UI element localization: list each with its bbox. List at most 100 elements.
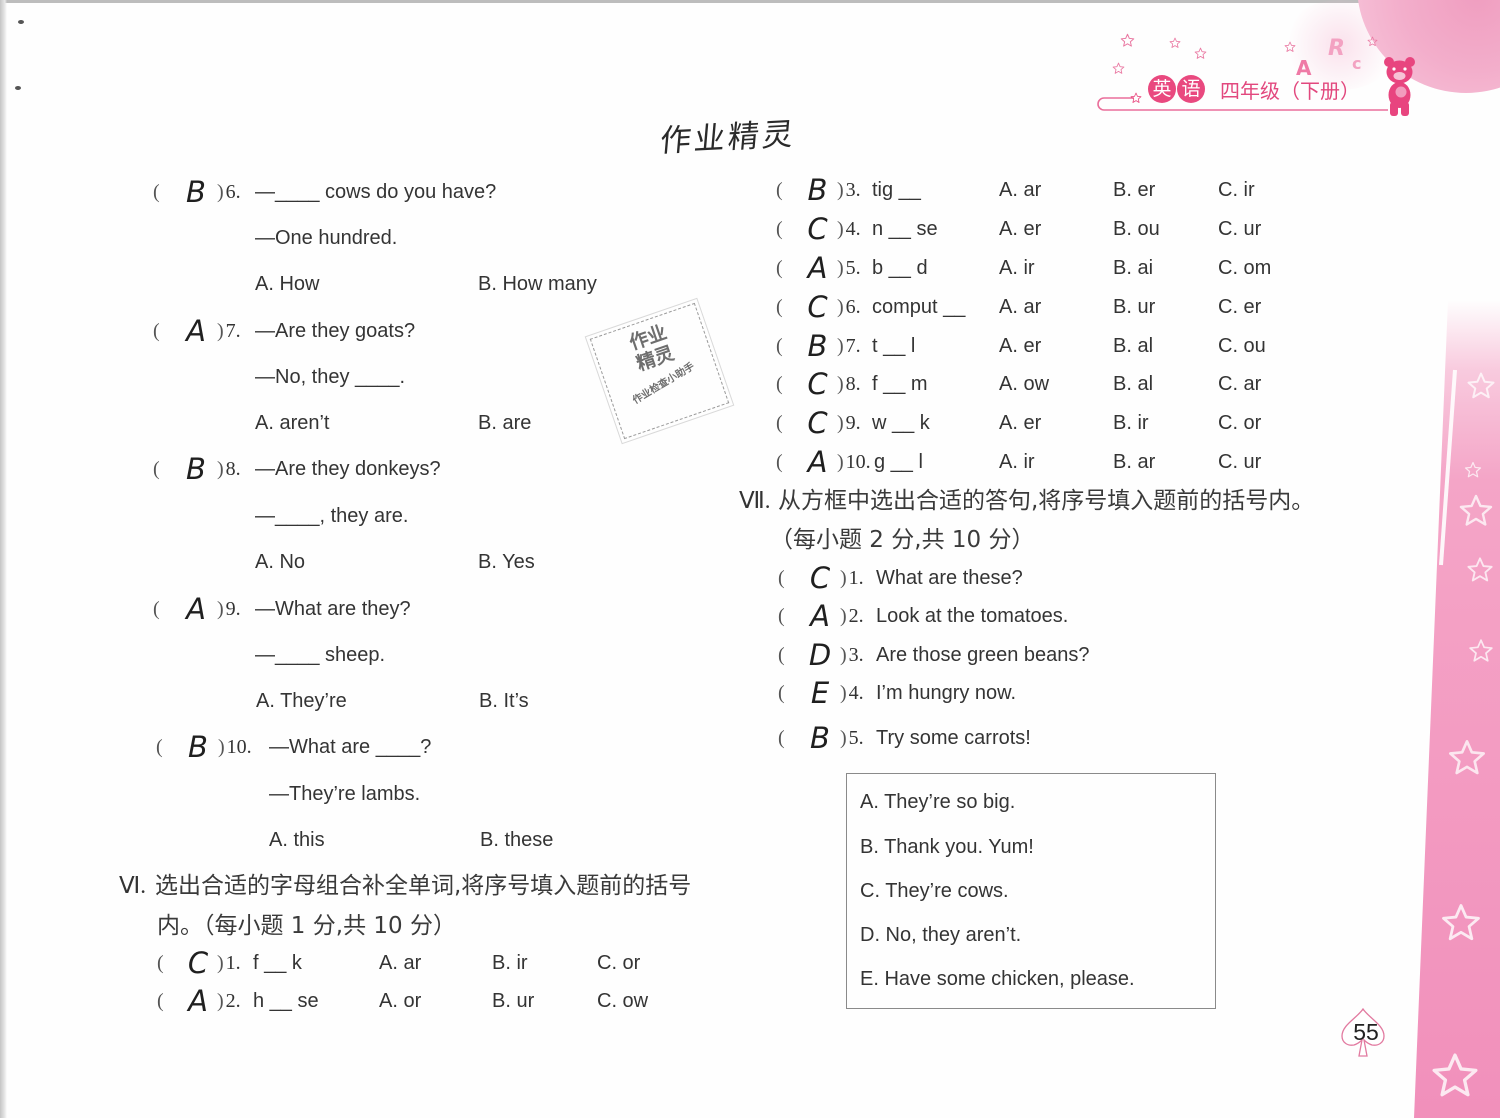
band-highlight-streak bbox=[1439, 369, 1457, 566]
item-number: 1. bbox=[848, 566, 864, 589]
question-header: ( A ) 9. bbox=[153, 592, 241, 626]
option-c: C. ou bbox=[1218, 335, 1266, 357]
option-a: A. No bbox=[255, 551, 306, 573]
handwritten-answer: A bbox=[810, 599, 830, 633]
item-number: 2. bbox=[225, 989, 241, 1012]
open-paren: ( bbox=[776, 334, 783, 357]
question-reply: —They’re lambs. bbox=[269, 783, 421, 805]
word-with-blank: f __ m bbox=[872, 373, 928, 395]
item-header: ( A ) 10. bbox=[776, 448, 871, 477]
question-prompt: —What are they? bbox=[255, 598, 411, 620]
handwritten-title: 作业精灵 bbox=[658, 116, 798, 160]
question-header: ( A ) 7. bbox=[153, 317, 241, 346]
close-paren: ) bbox=[217, 457, 224, 480]
option-a: A. ar bbox=[999, 179, 1042, 201]
item-header: ( A ) 2. bbox=[778, 599, 864, 633]
question-header: ( B ) 10. bbox=[156, 730, 252, 764]
answer-choice: D. No, they aren’t. bbox=[860, 924, 1022, 946]
option-b: B. It’s bbox=[479, 690, 529, 712]
handwritten-answer: A bbox=[186, 592, 206, 626]
word-with-blank: w __ k bbox=[872, 412, 930, 434]
subject-char-badge: 语 bbox=[1177, 75, 1205, 103]
item-header: ( B ) 7. bbox=[776, 329, 861, 363]
handwritten-answer: B bbox=[186, 452, 206, 486]
option-b: B. these bbox=[480, 829, 554, 851]
handwritten-answer: C bbox=[807, 367, 828, 401]
word-with-blank: g __ l bbox=[874, 451, 923, 473]
option-b: B. ir bbox=[1113, 412, 1149, 434]
word-with-blank: f __ k bbox=[253, 952, 302, 974]
question-reply: —____ sheep. bbox=[255, 644, 386, 666]
option-c: C. ir bbox=[1218, 179, 1255, 201]
option-b: B. ou bbox=[1113, 218, 1160, 240]
option-b: B. Yes bbox=[478, 551, 535, 573]
item-number: 5. bbox=[848, 726, 864, 749]
item-header: ( C ) 4. bbox=[776, 215, 861, 244]
item-number: 8. bbox=[845, 372, 861, 395]
handwritten-answer: B bbox=[807, 329, 828, 363]
answer-choice: B. Thank you. Yum! bbox=[860, 836, 1034, 858]
section-number: Ⅶ. bbox=[739, 488, 771, 513]
handwritten-answer: C bbox=[807, 290, 828, 324]
star-icon bbox=[1461, 496, 1491, 525]
close-paren: ) bbox=[840, 681, 847, 704]
option-a: A. aren’t bbox=[255, 412, 330, 434]
close-paren: ) bbox=[837, 372, 844, 395]
word-with-blank: n __ se bbox=[872, 218, 938, 240]
open-paren: ( bbox=[778, 566, 785, 589]
item-header: ( D ) 3. bbox=[778, 641, 864, 670]
item-header: ( C ) 8. bbox=[776, 367, 861, 401]
open-paren: ( bbox=[778, 643, 785, 666]
star-icon bbox=[1169, 37, 1181, 48]
option-a: A. this bbox=[269, 829, 325, 851]
item-number: 10. bbox=[845, 450, 871, 473]
star-icon bbox=[1448, 739, 1486, 775]
open-paren: ( bbox=[157, 951, 164, 974]
handwritten-answer: A bbox=[188, 984, 208, 1018]
item-number: 2. bbox=[848, 604, 864, 627]
question-prompt: —Are they goats? bbox=[255, 320, 416, 342]
side-band-stars bbox=[1432, 369, 1496, 1097]
section-instruction: 内。（每小题 1 分,共 10 分） bbox=[157, 913, 456, 939]
open-paren: ( bbox=[778, 604, 785, 627]
open-paren: ( bbox=[153, 319, 160, 342]
option-c: C. om bbox=[1218, 257, 1272, 279]
question-prompt: —What are ____? bbox=[269, 736, 432, 758]
open-paren: ( bbox=[153, 457, 160, 480]
item-number: 4. bbox=[848, 681, 864, 704]
option-a: A. ir bbox=[999, 257, 1035, 279]
close-paren: ) bbox=[840, 566, 847, 589]
decor-letter-a: A bbox=[1296, 56, 1312, 80]
item-number: 6. bbox=[845, 295, 861, 318]
item-number: 3. bbox=[845, 178, 861, 201]
open-paren: ( bbox=[776, 217, 783, 240]
option-a: A. How bbox=[255, 273, 320, 295]
option-b: B. er bbox=[1113, 179, 1156, 201]
item-header: ( A ) 2. bbox=[157, 984, 241, 1018]
star-icon bbox=[1284, 41, 1296, 52]
item-sentence: Try some carrots! bbox=[876, 727, 1031, 749]
item-sentence: I’m hungry now. bbox=[876, 682, 1017, 704]
option-c: C. or bbox=[597, 952, 641, 974]
option-a: A. er bbox=[999, 412, 1042, 434]
close-paren: ) bbox=[840, 726, 847, 749]
close-paren: ) bbox=[837, 411, 844, 434]
close-paren: ) bbox=[217, 180, 224, 203]
star-icon bbox=[1367, 36, 1378, 46]
close-paren: ) bbox=[837, 178, 844, 201]
close-paren: ) bbox=[217, 951, 224, 974]
open-paren: ( bbox=[776, 256, 783, 279]
question-number: 6. bbox=[225, 180, 241, 203]
item-header: ( A ) 5. bbox=[776, 254, 861, 283]
item-header: ( C ) 1. bbox=[778, 561, 864, 595]
option-c: C. ow bbox=[597, 990, 649, 1012]
open-paren: ( bbox=[153, 180, 160, 203]
close-paren: ) bbox=[837, 217, 844, 240]
handwritten-answer: C bbox=[187, 946, 209, 980]
open-paren: ( bbox=[776, 411, 783, 434]
item-number: 1. bbox=[225, 951, 241, 974]
handwritten-answer: C bbox=[807, 406, 828, 440]
open-paren: ( bbox=[776, 372, 783, 395]
handwritten-answer: B bbox=[188, 730, 208, 764]
handwritten-answer: C bbox=[809, 561, 831, 595]
